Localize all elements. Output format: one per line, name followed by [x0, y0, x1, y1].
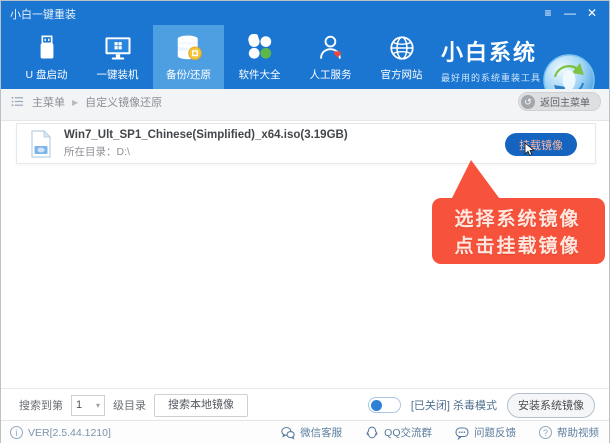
close-icon[interactable]: ✕ — [581, 1, 603, 25]
back-arrow-icon: ↺ — [521, 95, 535, 109]
brand-title: 小白系统 — [441, 35, 541, 67]
database-coin-icon — [174, 33, 204, 63]
install-group: [已关闭] 杀毒模式 安装系统镜像 — [368, 389, 595, 421]
nav-item-label: 备份/还原 — [166, 67, 211, 82]
brand-block: 小白系统 最好用的系统重装工具 — [441, 35, 541, 84]
nav-item-support[interactable]: 人工服务 — [295, 25, 366, 89]
iso-file-icon — [30, 130, 52, 158]
nav-items: U 盘启动 一键装机 备份/还原 软件大全 — [11, 25, 437, 89]
nav-item-one-key-install[interactable]: 一键装机 — [82, 25, 153, 89]
mount-image-button[interactable]: 挂载镜像 — [505, 133, 577, 156]
back-to-main-menu-button[interactable]: ↺ 返回主菜单 — [518, 92, 601, 111]
breadcrumb-bar: 主菜单 ▶ 自定义镜像还原 ↺ 返回主菜单 — [1, 89, 609, 121]
title-bar: 小白一键重装 ≡ — ✕ — [1, 1, 609, 25]
qq-icon — [365, 426, 379, 440]
nav-item-software[interactable]: 软件大全 — [224, 25, 295, 89]
status-links: 微信客服 QQ交流群 问题反馈 ? 帮助视频 — [281, 421, 599, 443]
nav-item-label: 一键装机 — [97, 67, 139, 82]
antivirus-status-label: [已关闭] 杀毒模式 — [411, 397, 497, 413]
window-controls: ≡ — ✕ — [537, 1, 603, 25]
antivirus-toggle[interactable] — [368, 397, 401, 413]
depth-select[interactable]: 1 ▾ — [71, 395, 105, 416]
version-label: VER[2.5.44.1210] — [28, 427, 111, 439]
nav-item-label: 人工服务 — [310, 67, 352, 82]
nav-item-backup-restore[interactable]: 备份/还原 — [153, 25, 224, 89]
chevron-down-icon: ▾ — [96, 401, 100, 410]
search-depth-group: 搜索到第 1 ▾ 级目录 搜索本地镜像 — [19, 389, 248, 421]
nav-item-label: 官方网站 — [381, 67, 423, 82]
menu-icon[interactable]: ≡ — [537, 1, 559, 25]
search-depth-prefix: 搜索到第 — [19, 397, 63, 413]
person-heart-icon — [316, 33, 346, 63]
file-directory: 所在目录：D:\ — [64, 144, 348, 159]
brand-subtitle: 最好用的系统重装工具 — [441, 71, 541, 84]
info-icon: i — [10, 426, 23, 439]
file-info: Win7_Ult_SP1_Chinese(Simplified)_x64.iso… — [64, 129, 348, 159]
install-system-image-button[interactable]: 安装系统镜像 — [507, 393, 595, 418]
app-title: 小白一键重装 — [10, 6, 76, 22]
usb-drive-icon — [32, 33, 62, 63]
nav-item-website[interactable]: 官方网站 — [366, 25, 437, 89]
main-navbar: U 盘启动 一键装机 备份/还原 软件大全 — [1, 25, 609, 89]
status-bar: i VER[2.5.44.1210] 微信客服 QQ交流群 问题反馈 — [1, 420, 609, 443]
monitor-windows-icon — [103, 33, 133, 63]
clover-icon — [245, 33, 275, 63]
breadcrumb: 主菜单 ▶ 自定义镜像还原 — [11, 94, 162, 110]
help-circle-icon: ? — [539, 426, 552, 439]
status-link-label: 帮助视频 — [557, 425, 599, 440]
version-block: i VER[2.5.44.1210] — [10, 421, 111, 443]
depth-value: 1 — [76, 399, 82, 411]
content-area: Win7_Ult_SP1_Chinese(Simplified)_x64.iso… — [1, 121, 609, 388]
search-local-images-button[interactable]: 搜索本地镜像 — [154, 394, 248, 417]
file-name: Win7_Ult_SP1_Chinese(Simplified)_x64.iso… — [64, 129, 348, 141]
app-window: 小白一键重装 ≡ — ✕ U 盘启动 一键装机 — [0, 0, 610, 443]
nav-item-label: U 盘启动 — [26, 67, 68, 82]
globe-icon — [387, 33, 417, 63]
breadcrumb-root[interactable]: 主菜单 — [32, 94, 65, 110]
feedback-link[interactable]: 问题反馈 — [455, 425, 516, 440]
callout-text-line1: 选择系统镜像 — [433, 204, 602, 231]
list-menu-icon — [11, 95, 25, 109]
feedback-bubble-icon — [455, 426, 469, 440]
callout-text-line2: 点击挂载镜像 — [433, 231, 602, 258]
back-button-label: 返回主菜单 — [540, 94, 590, 109]
nav-item-usb-boot[interactable]: U 盘启动 — [11, 25, 82, 89]
minimize-icon[interactable]: — — [559, 1, 581, 25]
nav-item-label: 软件大全 — [239, 67, 281, 82]
status-link-label: 问题反馈 — [474, 425, 516, 440]
toggle-knob — [371, 400, 382, 411]
breadcrumb-current: 自定义镜像还原 — [85, 94, 162, 110]
status-link-label: QQ交流群 — [384, 425, 432, 440]
wechat-support-link[interactable]: 微信客服 — [281, 425, 342, 440]
wechat-icon — [281, 426, 295, 440]
status-link-label: 微信客服 — [300, 425, 342, 440]
breadcrumb-separator-icon: ▶ — [72, 98, 78, 107]
bottom-control-bar: 搜索到第 1 ▾ 级目录 搜索本地镜像 [已关闭] 杀毒模式 安装系统镜像 — [1, 388, 609, 420]
qq-group-link[interactable]: QQ交流群 — [365, 425, 432, 440]
image-file-row[interactable]: Win7_Ult_SP1_Chinese(Simplified)_x64.iso… — [16, 123, 596, 164]
search-depth-suffix: 级目录 — [113, 397, 146, 413]
help-videos-link[interactable]: ? 帮助视频 — [539, 425, 599, 440]
